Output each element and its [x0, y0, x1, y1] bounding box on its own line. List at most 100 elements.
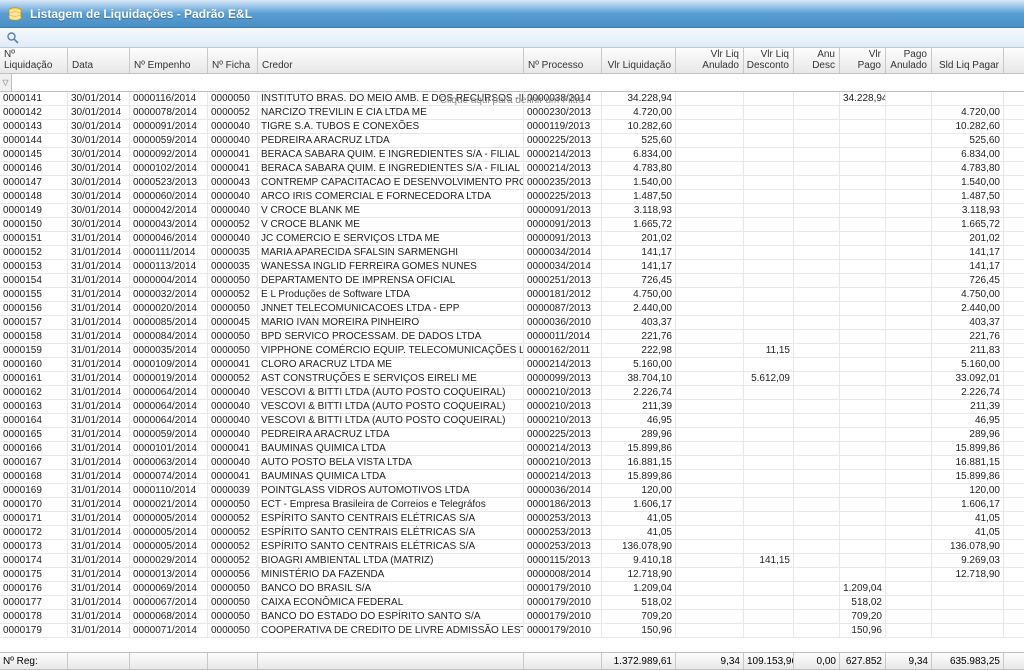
table-row[interactable]: 000015931/01/20140000035/20140000050VIPP…: [0, 344, 1024, 358]
cell: 5.612,09: [744, 372, 794, 385]
cell: VESCOVI & BITTI LTDA (AUTO POSTO COQUEIR…: [258, 400, 524, 413]
cell: [886, 134, 932, 147]
filter-row[interactable]: ▽: [0, 74, 1024, 92]
cell: 6.834,00: [932, 148, 1004, 161]
table-row[interactable]: 000014530/01/20140000092/20140000041BERA…: [0, 148, 1024, 162]
cell: JC COMERCIO E SERVIÇOS LTDA ME: [258, 232, 524, 245]
column-header[interactable]: Nº Ficha: [208, 48, 258, 73]
table-row[interactable]: 000016831/01/20140000074/20140000041BAUM…: [0, 470, 1024, 484]
column-header[interactable]: Sld Liq Pagar: [932, 48, 1004, 73]
column-header[interactable]: Nº Processo: [524, 48, 602, 73]
column-header[interactable]: Nº Empenho: [130, 48, 208, 73]
grid-body[interactable]: 000014130/01/20140000116/20140000050INST…: [0, 92, 1024, 652]
table-row[interactable]: 000015631/01/20140000020/20140000050JNNE…: [0, 302, 1024, 316]
cell: 31/01/2014: [68, 624, 130, 637]
table-row[interactable]: 000014430/01/20140000059/20140000040PEDR…: [0, 134, 1024, 148]
cell: [840, 190, 886, 203]
table-row[interactable]: 000017031/01/20140000021/20140000050ECT …: [0, 498, 1024, 512]
table-row[interactable]: 000016231/01/20140000064/20140000040VESC…: [0, 386, 1024, 400]
table-row[interactable]: 000015030/01/20140000043/20140000052V CR…: [0, 218, 1024, 232]
column-header[interactable]: Credor: [258, 48, 524, 73]
table-row[interactable]: 000015231/01/20140000111/20140000035MARI…: [0, 246, 1024, 260]
table-row[interactable]: 000016131/01/20140000019/20140000052AST …: [0, 372, 1024, 386]
cell: [794, 260, 840, 273]
cell: 0000034/2014: [524, 246, 602, 259]
cell: 0000149: [0, 204, 68, 217]
column-header[interactable]: Vlr Liquidação: [602, 48, 676, 73]
cell: 0000052: [208, 540, 258, 553]
table-row[interactable]: 000014930/01/20140000042/20140000040V CR…: [0, 204, 1024, 218]
filter-handle-icon[interactable]: ▽: [0, 74, 12, 91]
table-row[interactable]: 000016631/01/20140000101/20140000041BAUM…: [0, 442, 1024, 456]
cell: 0000071/2014: [130, 624, 208, 637]
cell: [794, 106, 840, 119]
cell: 0000225/2013: [524, 428, 602, 441]
table-row[interactable]: 000017931/01/20140000071/20140000050COOP…: [0, 624, 1024, 638]
table-row[interactable]: 000015531/01/20140000032/20140000052E L …: [0, 288, 1024, 302]
cell: [744, 330, 794, 343]
footer-cell: Nº Reg: 00180: [0, 653, 68, 669]
cell: 0000230/2013: [524, 106, 602, 119]
table-row[interactable]: 000016031/01/20140000109/20140000041CLOR…: [0, 358, 1024, 372]
column-header[interactable]: Vlr Liq Desconto: [744, 48, 794, 73]
cell: [676, 344, 744, 357]
table-row[interactable]: 000015731/01/20140000085/20140000045MARI…: [0, 316, 1024, 330]
table-row[interactable]: 000017531/01/20140000013/20140000056MINI…: [0, 568, 1024, 582]
search-button[interactable]: [4, 30, 22, 46]
cell: 0000042/2014: [130, 204, 208, 217]
table-row[interactable]: 000017231/01/20140000005/20140000052ESPÍ…: [0, 526, 1024, 540]
cell: [744, 428, 794, 441]
table-row[interactable]: 000016431/01/20140000064/20140000040VESC…: [0, 414, 1024, 428]
cell: [794, 274, 840, 287]
table-row[interactable]: 000014830/01/20140000060/20140000040ARCO…: [0, 190, 1024, 204]
cell: BERACA SABARA QUIM. E INGREDIENTES S/A -…: [258, 148, 524, 161]
column-header[interactable]: Vlr Pago Anulado: [886, 48, 932, 73]
cell: MARIA APARECIDA SFALSIN SARMENGHI: [258, 246, 524, 259]
table-row[interactable]: 000014230/01/20140000078/20140000052NARC…: [0, 106, 1024, 120]
column-header[interactable]: Vlr Pago: [840, 48, 886, 73]
cell: [932, 582, 1004, 595]
cell: [886, 540, 932, 553]
column-header[interactable]: Vlr Liq Anu Desc: [794, 48, 840, 73]
cell: BAUMINAS QUIMICA LTDA: [258, 442, 524, 455]
table-row[interactable]: 000014730/01/20140000523/20130000043CONT…: [0, 176, 1024, 190]
cell: 41,05: [932, 512, 1004, 525]
table-row[interactable]: 000017331/01/20140000005/20140000052ESPÍ…: [0, 540, 1024, 554]
table-row[interactable]: 000017631/01/20140000069/20140000050BANC…: [0, 582, 1024, 596]
cell: INSTITUTO BRAS. DO MEIO AMB. E DOS RECUR…: [258, 92, 524, 105]
table-row[interactable]: 000016531/01/20140000059/20140000040PEDR…: [0, 428, 1024, 442]
column-header[interactable]: Data: [68, 48, 130, 73]
cell: 0000170: [0, 498, 68, 511]
table-row[interactable]: 000015431/01/20140000004/20140000050DEPA…: [0, 274, 1024, 288]
footer-cell: 1.372.989,61: [602, 653, 676, 669]
table-row[interactable]: 000017431/01/20140000029/20140000052BIOA…: [0, 554, 1024, 568]
cell: 31/01/2014: [68, 526, 130, 539]
table-row[interactable]: 000015131/01/20140000046/20140000040JC C…: [0, 232, 1024, 246]
cell: [886, 400, 932, 413]
table-row[interactable]: 000016331/01/20140000064/20140000040VESC…: [0, 400, 1024, 414]
cell: [676, 134, 744, 147]
cell: [794, 484, 840, 497]
table-row[interactable]: 000015831/01/20140000084/20140000050BPD …: [0, 330, 1024, 344]
table-row[interactable]: 000015331/01/20140000113/20140000035WANE…: [0, 260, 1024, 274]
table-row[interactable]: 000017131/01/20140000005/20140000052ESPÍ…: [0, 512, 1024, 526]
cell: [794, 596, 840, 609]
table-row[interactable]: 000017831/01/20140000068/20140000050BANC…: [0, 610, 1024, 624]
table-row[interactable]: 000014130/01/20140000116/20140000050INST…: [0, 92, 1024, 106]
cell: [794, 498, 840, 511]
table-row[interactable]: 000016931/01/20140000110/20140000039POIN…: [0, 484, 1024, 498]
column-header[interactable]: Vlr Liq Anulado: [676, 48, 744, 73]
cell: 0000152: [0, 246, 68, 259]
cell: 0000142: [0, 106, 68, 119]
cell: JNNET TELECOMUNICACOES LTDA - EPP: [258, 302, 524, 315]
table-row[interactable]: 000016731/01/20140000063/20140000040AUTO…: [0, 456, 1024, 470]
table-row[interactable]: 000014330/01/20140000091/20140000040TIGR…: [0, 120, 1024, 134]
cell: 30/01/2014: [68, 218, 130, 231]
table-row[interactable]: 000017731/01/20140000067/20140000050CAIX…: [0, 596, 1024, 610]
table-row[interactable]: 000014630/01/20140000102/20140000041BERA…: [0, 162, 1024, 176]
cell: [744, 148, 794, 161]
column-header[interactable]: Nº Liquidação: [0, 48, 68, 73]
cell: BPD SERVICO PROCESSAM. DE DADOS LTDA: [258, 330, 524, 343]
cell: [886, 274, 932, 287]
cell: [744, 512, 794, 525]
